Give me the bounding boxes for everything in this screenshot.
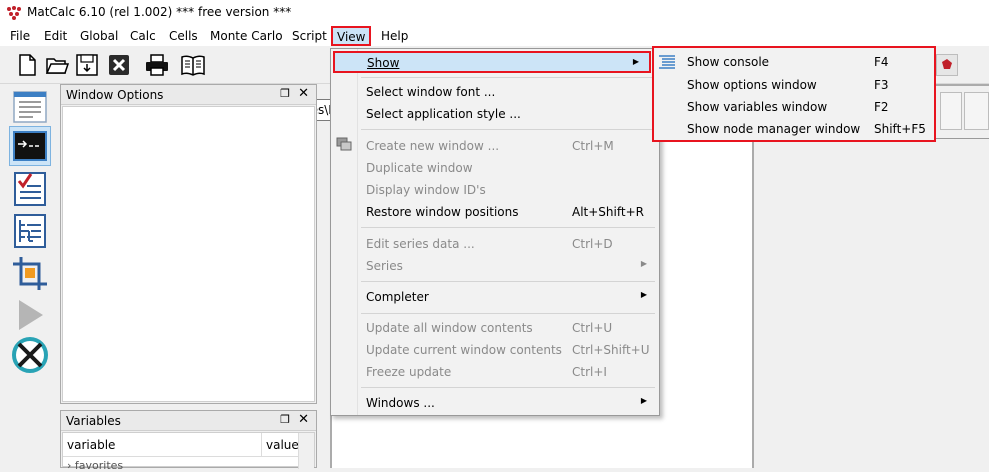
- menu-item-update-all-window-contents[interactable]: Update all window contents Ctrl+U: [365, 317, 657, 339]
- menu-bar: File Edit Global Calc Cells Monte Carlo …: [0, 26, 989, 46]
- menu-item-show-options-window[interactable]: Show options window F3: [686, 74, 934, 96]
- window-options-panel: Window Options ❐ ✕: [60, 84, 317, 404]
- menu-script[interactable]: Script: [292, 29, 327, 43]
- menu-separator: [361, 281, 655, 282]
- menu-calc[interactable]: Calc: [130, 29, 156, 43]
- column-variable[interactable]: variable: [67, 438, 115, 452]
- right-window-tab[interactable]: [964, 92, 989, 130]
- menu-item-create-new-window[interactable]: Create new window ... Ctrl+M: [365, 135, 657, 157]
- submenu-arrow-icon: ▶: [640, 290, 647, 299]
- play-icon[interactable]: [11, 296, 49, 334]
- variables-table-header: variable value: [63, 433, 300, 457]
- menu-item-windows[interactable]: Windows ... ▶: [365, 392, 657, 414]
- stop-icon[interactable]: [936, 54, 958, 76]
- right-window-tab[interactable]: [940, 92, 962, 130]
- menu-item-completer[interactable]: Completer ▶: [365, 286, 657, 308]
- float-panel-icon[interactable]: ❐: [280, 87, 290, 100]
- table-row[interactable]: › favorites: [67, 459, 123, 472]
- variables-body: variable value › favorites: [62, 432, 315, 472]
- menu-item-show-variables-window[interactable]: Show variables window F2: [686, 96, 934, 118]
- console-icon[interactable]: [9, 126, 51, 166]
- close-panel-icon[interactable]: ✕: [298, 412, 309, 427]
- menu-item-series[interactable]: Series ▶: [365, 255, 657, 277]
- view-menu-dropdown: Show ▶ Select window font ... Select app…: [330, 48, 660, 416]
- submenu-arrow-icon: ▶: [640, 259, 647, 268]
- menu-item-show[interactable]: Show ▶: [333, 51, 651, 73]
- menu-separator: [361, 227, 655, 228]
- circle-x-icon[interactable]: [11, 336, 49, 374]
- menu-item-show-console[interactable]: Show console F4: [686, 51, 934, 73]
- show-submenu: Show console F4 Show options window F3 S…: [652, 46, 936, 142]
- menu-edit[interactable]: Edit: [44, 29, 67, 43]
- menu-global[interactable]: Global: [80, 29, 118, 43]
- window-title: MatCalc 6.10 (rel 1.002) *** free versio…: [27, 5, 292, 19]
- menu-separator: [361, 77, 655, 78]
- menu-view[interactable]: View: [331, 26, 372, 46]
- menu-gutter: [357, 49, 358, 415]
- close-panel-icon[interactable]: ✕: [298, 86, 309, 101]
- matcalc-logo-icon: [7, 6, 21, 20]
- close-file-icon[interactable]: [106, 52, 132, 78]
- save-icon[interactable]: [74, 52, 100, 78]
- menu-item-restore-window-positions[interactable]: Restore window positions Alt+Shift+R: [365, 201, 657, 223]
- variables-header: Variables ❐ ✕: [61, 411, 316, 431]
- variables-panel: Variables ❐ ✕ variable value › favorites: [60, 410, 317, 472]
- menu-item-duplicate-window[interactable]: Duplicate window: [365, 157, 657, 179]
- submenu-arrow-icon: ▶: [640, 396, 647, 405]
- menu-cells[interactable]: Cells: [169, 29, 198, 43]
- menu-separator: [361, 387, 655, 388]
- menu-item-select-application-style[interactable]: Select application style ...: [365, 103, 657, 125]
- menu-item-select-window-font[interactable]: Select window font ...: [365, 81, 657, 103]
- menu-item-freeze-update[interactable]: Freeze update Ctrl+I: [365, 361, 657, 383]
- menu-separator: [361, 129, 655, 130]
- options-window-icon[interactable]: [11, 88, 49, 126]
- book-icon[interactable]: [180, 52, 206, 78]
- menu-item-show-node-manager-window[interactable]: Show node manager window Shift+F5: [686, 118, 934, 140]
- checklist-icon[interactable]: [11, 170, 49, 208]
- open-folder-icon[interactable]: [44, 52, 70, 78]
- menu-item-edit-series-data[interactable]: Edit series data ... Ctrl+D: [365, 233, 657, 255]
- menu-item-update-current-window-contents[interactable]: Update current window contents Ctrl+Shif…: [365, 339, 657, 361]
- menu-help[interactable]: Help: [381, 29, 408, 43]
- column-value[interactable]: value: [266, 438, 299, 452]
- window-options-body[interactable]: [62, 106, 315, 402]
- column-divider: [261, 433, 262, 457]
- print-icon[interactable]: [144, 52, 170, 78]
- tree-icon[interactable]: [11, 212, 49, 250]
- menu-item-display-window-ids[interactable]: Display window ID's: [365, 179, 657, 201]
- variables-title: Variables: [66, 414, 121, 428]
- window-options-title: Window Options: [66, 88, 164, 102]
- left-icon-bar: [0, 84, 58, 468]
- right-window[interactable]: [754, 86, 989, 468]
- menu-file[interactable]: File: [10, 29, 30, 43]
- window-options-header: Window Options ❐ ✕: [61, 85, 316, 105]
- expand-arrow-icon: ›: [67, 459, 72, 472]
- vertical-scrollbar[interactable]: [298, 433, 314, 469]
- crop-icon[interactable]: [11, 254, 49, 292]
- float-panel-icon[interactable]: ❐: [280, 413, 290, 426]
- new-file-icon[interactable]: [14, 52, 40, 78]
- console-lines-icon: [659, 55, 675, 69]
- title-bar: MatCalc 6.10 (rel 1.002) *** free versio…: [0, 0, 989, 26]
- menu-separator: [361, 313, 655, 314]
- menu-monte-carlo[interactable]: Monte Carlo: [210, 29, 283, 43]
- submenu-arrow-icon: ▶: [632, 57, 639, 66]
- create-window-icon: [336, 137, 352, 151]
